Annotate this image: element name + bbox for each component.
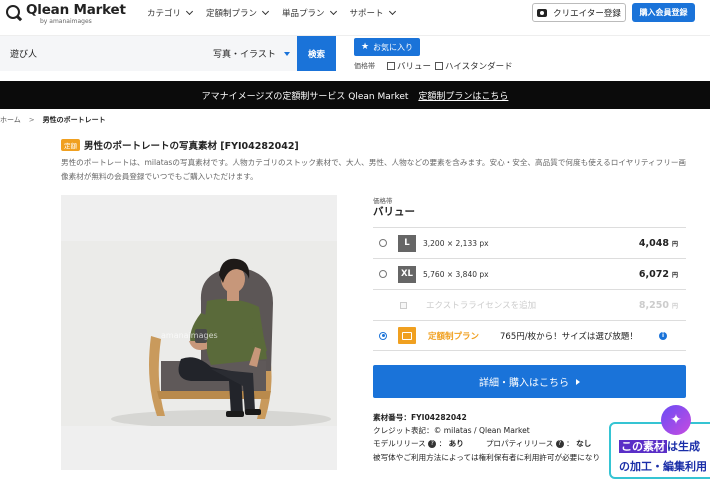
radio-button[interactable] bbox=[379, 270, 387, 278]
nav-support[interactable]: サポート bbox=[350, 7, 396, 19]
logo[interactable]: Qlean Market by amanaimages bbox=[6, 2, 126, 30]
preview-photo[interactable]: amanaimages bbox=[61, 241, 337, 426]
size-options: L 3,200 × 2,133 px 4,048 円 XL 5,760 × 3,8… bbox=[373, 227, 686, 351]
help-icon[interactable]: ? bbox=[428, 440, 437, 448]
chevron-down-icon bbox=[261, 7, 270, 16]
chevron-down-icon bbox=[388, 7, 396, 16]
size-dimensions: 3,200 × 2,133 px bbox=[423, 238, 489, 248]
size-dimensions: 5,760 × 3,840 px bbox=[423, 269, 489, 279]
site-header: Qlean Market by amanaimages カテゴリ 定額制プラン … bbox=[0, 0, 710, 33]
info-icon[interactable]: i bbox=[659, 331, 667, 340]
price-option-high-standard[interactable]: ハイスタンダード bbox=[435, 60, 513, 72]
star-icon: ★ bbox=[360, 42, 370, 52]
subscription-badge: 定額 bbox=[61, 139, 80, 151]
checkbox[interactable] bbox=[435, 62, 444, 70]
extra-license-price: 8,250 円 bbox=[638, 299, 678, 311]
page-title: 男性のポートレートの写真素材 [FYI04282042] bbox=[84, 141, 299, 152]
caret-down-icon bbox=[283, 51, 290, 56]
price-tier: バリュー bbox=[373, 206, 415, 218]
banner-text: アマナイメージズの定額制サービス Qlean Market bbox=[201, 91, 409, 102]
ai-popup-line1: この素材 は生成 bbox=[619, 440, 700, 453]
banner-plan-link[interactable]: 定額制プランはこちら bbox=[418, 89, 508, 102]
size-price: 4,048 円 bbox=[638, 237, 678, 249]
checkbox-disabled bbox=[400, 301, 407, 309]
logo-subtitle: by amanaimages bbox=[40, 18, 92, 25]
nav-single-plan[interactable]: 単品プラン bbox=[282, 7, 337, 19]
logo-icon bbox=[6, 5, 20, 19]
plan-name: 定額制プラン bbox=[428, 331, 480, 342]
radio-button-selected[interactable] bbox=[379, 331, 387, 340]
price-filter-label: 価格帯 bbox=[354, 62, 375, 70]
search-button[interactable]: 検索 bbox=[297, 36, 336, 71]
breadcrumb-home[interactable]: ホーム bbox=[0, 115, 21, 125]
arrow-right-icon bbox=[576, 378, 580, 385]
search-input[interactable] bbox=[0, 36, 205, 71]
promo-banner: アマナイメージズの定額制サービス Qlean Market 定額制プランはこちら bbox=[0, 81, 710, 109]
product-description: 男性のポートレートは、milatasの写真素材です。人物カテゴリのストック素材で… bbox=[61, 158, 687, 181]
search-bar: 写真・イラスト 検索 ★ お気に入り 価格帯 バリュー ハイスタンダード bbox=[0, 35, 710, 79]
member-register-button[interactable]: 購入会員登録 bbox=[632, 3, 695, 22]
price-filter: 価格帯 バリュー ハイスタンダード bbox=[354, 60, 517, 72]
size-badge: L bbox=[398, 234, 416, 252]
chevron-down-icon bbox=[329, 7, 337, 16]
title-row: 定額 男性のポートレートの写真素材 [FYI04282042] bbox=[61, 138, 299, 152]
creator-register-button[interactable]: クリエイター登録 bbox=[532, 3, 626, 22]
checkbox[interactable] bbox=[387, 62, 395, 70]
nav-category[interactable]: カテゴリ bbox=[147, 7, 194, 19]
radio-button[interactable] bbox=[379, 239, 387, 247]
help-icon[interactable]: ? bbox=[555, 440, 564, 448]
size-price: 6,072 円 bbox=[638, 268, 678, 280]
size-badge: XL bbox=[398, 265, 416, 283]
ai-sparkle-icon[interactable]: ✦ bbox=[661, 405, 691, 435]
preview-image-panel: amanaimages bbox=[61, 195, 337, 470]
breadcrumb-separator: > bbox=[28, 116, 35, 124]
extra-license-option: エクストラライセンスを追加 8,250 円 bbox=[373, 289, 686, 320]
size-option-xl[interactable]: XL 5,760 × 3,840 px 6,072 円 bbox=[373, 258, 686, 289]
price-option-value[interactable]: バリュー bbox=[387, 60, 431, 72]
chevron-down-icon bbox=[185, 7, 194, 16]
nav-subscription-plan[interactable]: 定額制プラン bbox=[206, 7, 270, 19]
plan-text: 765円/枚から！サイズは選び放題！ bbox=[500, 331, 638, 342]
subscription-plan-option[interactable]: 定額制プラン 765円/枚から！サイズは選び放題！ i bbox=[373, 320, 686, 351]
camera-icon bbox=[537, 8, 548, 17]
favorites-button[interactable]: ★ お気に入り bbox=[354, 38, 420, 56]
main-nav: カテゴリ 定額制プラン 単品プラン サポート bbox=[147, 7, 409, 19]
ai-popup-line2: の加工・編集利用 bbox=[619, 460, 707, 473]
size-option-l[interactable]: L 3,200 × 2,133 px 4,048 円 bbox=[373, 227, 686, 258]
logo-title: Qlean Market bbox=[26, 2, 126, 18]
extra-license-label: エクストラライセンスを追加 bbox=[426, 301, 537, 311]
breadcrumb-current: 男性のポートレート bbox=[42, 116, 106, 124]
details-purchase-button[interactable]: 詳細・購入はこちら bbox=[373, 365, 686, 398]
watermark: amanaimages bbox=[161, 331, 218, 340]
breadcrumb: ホーム > 男性のポートレート bbox=[0, 115, 106, 125]
search-type-select[interactable]: 写真・イラスト bbox=[205, 36, 297, 71]
plan-icon bbox=[398, 327, 416, 344]
ai-promo-popup[interactable]: この素材 は生成 の加工・編集利用 bbox=[609, 422, 710, 479]
